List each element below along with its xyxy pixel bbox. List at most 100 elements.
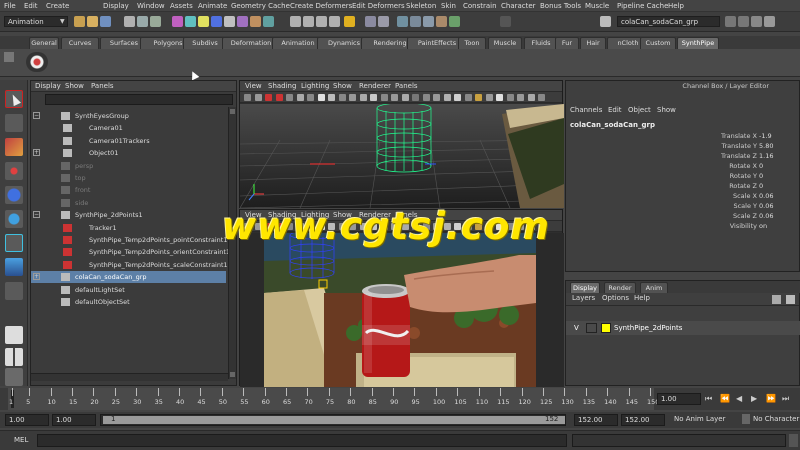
four-pane-layout-icon[interactable]: [5, 348, 23, 366]
outliner-row[interactable]: persp: [31, 160, 226, 172]
new-scene-icon[interactable]: [74, 16, 85, 27]
menu-assets[interactable]: Assets: [170, 2, 193, 10]
playback-start-field[interactable]: 1.00: [52, 414, 96, 426]
go-to-end-icon[interactable]: ⏭: [782, 394, 789, 404]
viewport-tool-icon[interactable]: [296, 94, 304, 101]
viewport-tool-icon[interactable]: [380, 94, 388, 101]
viewport-tool-icon[interactable]: [422, 94, 430, 101]
viewport-tool-icon[interactable]: [244, 94, 251, 101]
panel-menu-shading[interactable]: Shading: [268, 82, 296, 90]
viewport-tool-icon[interactable]: [307, 94, 314, 101]
viewport-tool-icon[interactable]: [496, 94, 503, 101]
viewport-tool-icon[interactable]: [454, 94, 461, 101]
single-pane-layout-icon[interactable]: [5, 326, 23, 344]
viewport-tool-icon[interactable]: [412, 94, 419, 101]
shelf-tab-general[interactable]: General: [29, 37, 59, 49]
history-icon[interactable]: [365, 16, 376, 27]
menu-muscle[interactable]: Muscle: [585, 2, 609, 10]
move-tool-icon[interactable]: [5, 162, 23, 180]
viewport-tool-icon[interactable]: [517, 94, 524, 101]
menu-file[interactable]: File: [4, 2, 16, 10]
mel-input[interactable]: [37, 434, 567, 447]
outliner-layout-icon[interactable]: [5, 368, 23, 386]
render-settings-icon[interactable]: [436, 16, 447, 27]
viewport-tool-icon[interactable]: [485, 94, 493, 101]
channel-attribute-value[interactable]: 0: [759, 171, 763, 181]
channel-attribute-value[interactable]: 0: [759, 161, 763, 171]
channel-attribute-value[interactable]: 5.80: [759, 141, 773, 151]
scroll-up-arrow-icon[interactable]: [230, 109, 235, 114]
channel-attribute-row[interactable]: Rotate X0: [566, 161, 800, 171]
channel-attribute-row[interactable]: Rotate Z0: [566, 181, 800, 191]
animation-start-field[interactable]: 1.00: [5, 414, 49, 426]
select-component-icon[interactable]: [150, 16, 161, 27]
soft-mod-tool-icon[interactable]: [5, 258, 23, 276]
shelf-tab-fur[interactable]: Fur: [555, 37, 579, 49]
viewport-tool-icon[interactable]: [506, 94, 514, 101]
panel-menu-lighting[interactable]: Lighting: [301, 82, 329, 90]
channel-attribute-row[interactable]: Translate Z 1.16: [566, 151, 800, 161]
outliner-row[interactable]: SynthPipe_Temp2dPoints_scaleConstraint1: [31, 259, 228, 271]
new-layer-icon[interactable]: [772, 295, 781, 304]
panel-menu-options[interactable]: Options: [602, 294, 629, 302]
hypershade-icon[interactable]: [449, 16, 460, 27]
viewport-tool-icon[interactable]: [275, 94, 283, 101]
time-slider[interactable]: 1 5 10 15 20 25 30 35 40 45 50 55 60 65 70 75 80 85 90 95 10…: [0, 388, 800, 410]
viewport-tool-icon[interactable]: [433, 94, 440, 101]
sidebar-toggle-1-icon[interactable]: [725, 16, 736, 27]
snap-grid-icon[interactable]: [290, 16, 301, 27]
shelf-tab-hair[interactable]: Hair: [580, 37, 606, 49]
panel-menu-edit[interactable]: Edit: [608, 106, 622, 114]
viewport-tool-icon[interactable]: [254, 94, 262, 101]
range-handle[interactable]: [103, 416, 565, 424]
shelf-tab-subdivs[interactable]: Subdivs: [183, 37, 227, 49]
outliner-row[interactable]: SynthPipe_Temp2dPoints_pointConstraint1: [31, 234, 228, 246]
viewport-perspective[interactable]: View Shading Lighting Show Renderer Panels: [239, 80, 564, 208]
panel-menu-panels[interactable]: Panels: [395, 82, 418, 90]
panel-menu-display[interactable]: Display: [35, 82, 61, 90]
snap-point-icon[interactable]: [316, 16, 327, 27]
select-by-name-icon[interactable]: [600, 16, 611, 27]
channel-attribute-row[interactable]: Scale Y 0.06: [566, 201, 800, 211]
panel-menu-show[interactable]: Show: [657, 106, 676, 114]
channel-attribute-value[interactable]: 0.06: [759, 211, 773, 221]
playback-end-field[interactable]: 152.00: [574, 414, 618, 426]
play-forwards-icon[interactable]: ▶: [751, 394, 757, 403]
outliner-row[interactable]: defaultLightSet: [31, 284, 226, 296]
menu-create-deformers[interactable]: Create Deformers: [290, 2, 352, 10]
shelf-tab-muscle[interactable]: Muscle: [488, 37, 522, 49]
mode-dropdown[interactable]: Animation: [4, 16, 68, 27]
layer-template-toggle[interactable]: [586, 323, 597, 333]
ipr-render-icon[interactable]: [423, 16, 434, 27]
outliner-horizontal-scrollbar[interactable]: [31, 373, 228, 381]
go-to-start-icon[interactable]: ⏮: [705, 394, 712, 404]
sidebar-toggle-2-icon[interactable]: [738, 16, 749, 27]
expand-toggle-icon[interactable]: −: [33, 112, 40, 119]
menu-skin[interactable]: Skin: [441, 2, 456, 10]
panel-menu-help[interactable]: Help: [634, 294, 650, 302]
viewport-tool-icon[interactable]: [317, 94, 325, 101]
select-hierarchy-icon[interactable]: [124, 16, 135, 27]
menu-geometry-cache[interactable]: Geometry Cache: [231, 2, 290, 10]
mask-misc-icon[interactable]: [263, 16, 274, 27]
expand-toggle-icon[interactable]: +: [33, 149, 40, 157]
outliner-row[interactable]: − SynthEyesGroup: [31, 110, 226, 122]
mask-handles-icon[interactable]: [172, 16, 183, 27]
animation-end-field[interactable]: 152.00: [621, 414, 665, 426]
construction-icon[interactable]: [378, 16, 389, 27]
menu-help[interactable]: Help: [668, 2, 684, 10]
viewport-tool-icon[interactable]: [443, 94, 451, 101]
select-object-icon[interactable]: [137, 16, 148, 27]
manipulator-tool-icon[interactable]: [5, 234, 23, 252]
channel-attribute-row[interactable]: Scale X 0.06: [566, 191, 800, 201]
range-bar[interactable]: 1 152: [100, 414, 566, 426]
viewport-tool-icon[interactable]: [401, 94, 409, 101]
outliner-row[interactable]: Tracker1: [31, 222, 226, 234]
menu-edit[interactable]: Edit: [24, 2, 38, 10]
step-forward-icon[interactable]: ⏩: [766, 394, 776, 403]
channel-attribute-value[interactable]: 1.16: [759, 151, 773, 161]
panel-menu-renderer[interactable]: Renderer: [359, 82, 391, 90]
make-live-icon[interactable]: [344, 16, 355, 27]
viewport-tool-icon[interactable]: [265, 94, 272, 101]
outliner-row[interactable]: defaultObjectSet: [31, 296, 226, 308]
